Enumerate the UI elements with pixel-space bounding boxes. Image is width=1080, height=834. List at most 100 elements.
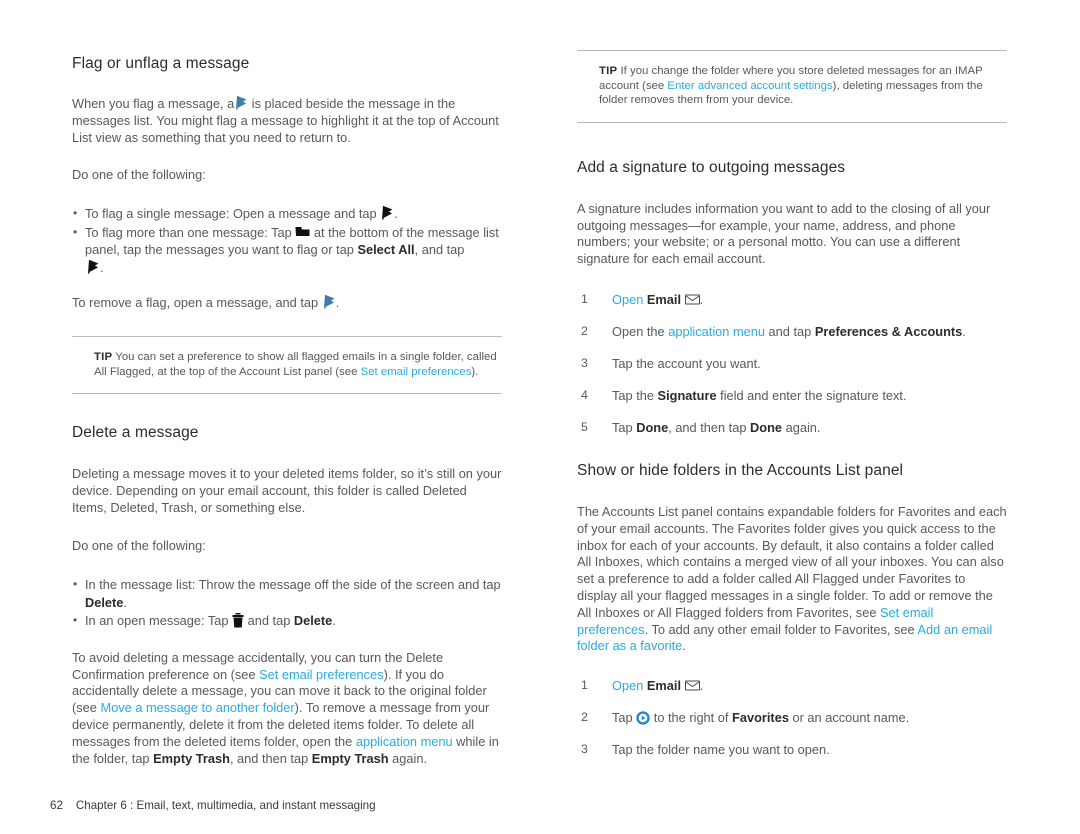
delete-bold: Delete: [293, 613, 333, 629]
select-all-bold: Select All: [357, 242, 415, 258]
tip-text: TIP You can set a preference to show all…: [72, 350, 502, 379]
folders-text-c: .: [682, 638, 686, 654]
signature-bold: Signature: [657, 387, 717, 403]
bullet-text: To flag more than one message: Tap: [85, 224, 292, 240]
remove-flag-text-end: .: [335, 295, 340, 311]
delete-paragraph-2: To avoid deleting a message accidentally…: [72, 650, 502, 768]
step-text: Tap the folder name you want to open.: [612, 742, 830, 758]
step-end: .: [699, 291, 704, 307]
folders-steps: Open Email . Tap to the right of Favorit…: [577, 677, 1007, 758]
link-application-menu[interactable]: application menu: [356, 734, 453, 749]
link-set-email-preferences[interactable]: Set email preferences: [259, 667, 383, 682]
bullet-text: To flag a single message: Open a message…: [85, 206, 377, 222]
email-bold: Email: [646, 678, 682, 694]
right-column: TIP If you change the folder where you s…: [577, 0, 1007, 773]
step-item: Tap the folder name you want to open.: [577, 741, 1007, 758]
tip-box-flagged: TIP You can set a preference to show all…: [72, 335, 502, 395]
play-expand-icon: [636, 711, 650, 725]
delete-do-one-label: Do one of the following:: [72, 537, 206, 553]
step-text-mid: , and then tap: [668, 419, 747, 435]
delete-section-title: Delete a message: [72, 424, 199, 442]
folders-paragraph: The Accounts List panel contains expanda…: [577, 504, 1007, 655]
signature-paragraph: A signature includes information you wan…: [577, 200, 991, 267]
flag-black-icon: [86, 259, 100, 274]
link-application-menu[interactable]: application menu: [668, 324, 765, 339]
step-end: again.: [785, 419, 821, 435]
flag-bullet-list: To flag a single message: Open a message…: [72, 205, 502, 276]
tip-body-end: ).: [471, 365, 479, 378]
list-item: In an open message: Tap and tap Delete.: [72, 612, 502, 630]
para2-f: again.: [392, 750, 428, 766]
tip-box-imap: TIP If you change the folder where you s…: [577, 50, 1007, 123]
step-end: or an account name.: [792, 710, 910, 726]
step-text: Tap the: [612, 387, 654, 403]
bullet-text: In the message list: Throw the message o…: [85, 577, 501, 593]
flag-section: Flag or unflag a message When you flag a…: [72, 55, 502, 312]
flag-section-title: Flag or unflag a message: [72, 55, 250, 72]
step-end: field and enter the signature text.: [720, 387, 907, 403]
manual-page: Flag or unflag a message When you flag a…: [0, 0, 1080, 834]
flag-black-icon: [380, 205, 394, 220]
page-footer: 62 Chapter 6 : Email, text, multimedia, a…: [50, 799, 376, 812]
empty-trash-bold: Empty Trash: [153, 750, 230, 766]
step-item: Open Email .: [577, 677, 1007, 694]
done-bold: Done: [750, 419, 783, 435]
step-item: Tap the account you want.: [577, 355, 1007, 372]
tip-text: TIP If you change the folder where you s…: [577, 64, 1007, 108]
bullet-text-3: , and tap: [414, 242, 465, 258]
delete-bold: Delete: [85, 594, 124, 610]
done-bold: Done: [636, 419, 669, 435]
link-open-email[interactable]: Open: [612, 292, 643, 307]
list-item: In the message list: Throw the message o…: [72, 576, 502, 611]
empty-trash-bold: Empty Trash: [311, 750, 389, 766]
signature-steps: Open Email . Open the application menu a…: [577, 291, 1007, 436]
list-item: To flag a single message: Open a message…: [72, 205, 502, 223]
bullet-text-end: .: [394, 206, 398, 222]
step-text: Tap: [612, 419, 633, 435]
flag-remove-paragraph: To remove a flag, open a message, and ta…: [72, 294, 502, 312]
step-item: Tap Done, and then tap Done again.: [577, 419, 1007, 436]
footer-chapter-text: Chapter 6 : Email, text, multimedia, and…: [75, 799, 376, 812]
list-item: To flag more than one message: Tap at th…: [72, 224, 502, 277]
tip-label: TIP: [599, 65, 618, 77]
page-number: 62: [50, 799, 63, 812]
left-column: Flag or unflag a message When you flag a…: [72, 0, 502, 767]
signature-section: Add a signature to outgoing messages A s…: [577, 159, 1007, 436]
folders-section-title: Show or hide folders in the Accounts Lis…: [577, 461, 904, 479]
bullet-text-4: .: [100, 259, 104, 275]
link-set-email-preferences[interactable]: Set email preferences: [361, 366, 472, 378]
folders-section: Show or hide folders in the Accounts Lis…: [577, 462, 1007, 758]
link-enter-advanced-account-settings[interactable]: Enter advanced account settings: [667, 80, 832, 92]
delete-paragraph-1: Deleting a message moves it to your dele…: [72, 466, 502, 515]
step-item: Tap the Signature field and enter the si…: [577, 387, 1007, 404]
para2-e: , and then tap: [229, 750, 309, 766]
folders-text-a: The Accounts List panel contains expanda…: [577, 503, 1007, 620]
step-text-mid: and tap: [768, 323, 812, 339]
folders-text-b: . To add any other email folder to Favor…: [644, 621, 915, 637]
remove-flag-text: To remove a flag, open a message, and ta…: [72, 295, 319, 311]
folder-icon: [295, 226, 310, 238]
bullet-text: In an open message: Tap: [85, 613, 229, 629]
envelope-icon: [685, 294, 700, 305]
step-item: Open the application menu and tap Prefer…: [577, 323, 1007, 340]
link-open-email[interactable]: Open: [612, 678, 643, 693]
link-move-message-to-another-folder[interactable]: Move a message to another folder: [100, 700, 294, 715]
favorites-bold: Favorites: [732, 710, 789, 726]
step-end: .: [699, 678, 704, 694]
envelope-icon: [685, 680, 700, 691]
flag-intro-paragraph: When you flag a message, a is placed bes…: [72, 95, 502, 146]
step-text: Open the: [612, 323, 665, 339]
step-text: Tap the account you want.: [612, 355, 761, 371]
step-item: Open Email .: [577, 291, 1007, 308]
delete-section: Delete a message Deleting a message move…: [72, 424, 502, 767]
flag-do-one-label: Do one of the following:: [72, 167, 206, 183]
tip-label: TIP: [94, 350, 113, 363]
delete-bullet-list: In the message list: Throw the message o…: [72, 576, 502, 630]
flag-intro-text-a: When you flag a message, a: [72, 96, 235, 111]
step-item: Tap to the right of Favorites or an acco…: [577, 709, 1007, 726]
bullet-text-end: .: [123, 594, 127, 610]
step-text-mid: to the right of: [653, 710, 729, 726]
step-end: .: [962, 323, 966, 339]
email-bold: Email: [646, 291, 682, 307]
flag-blue-icon: [234, 95, 248, 110]
